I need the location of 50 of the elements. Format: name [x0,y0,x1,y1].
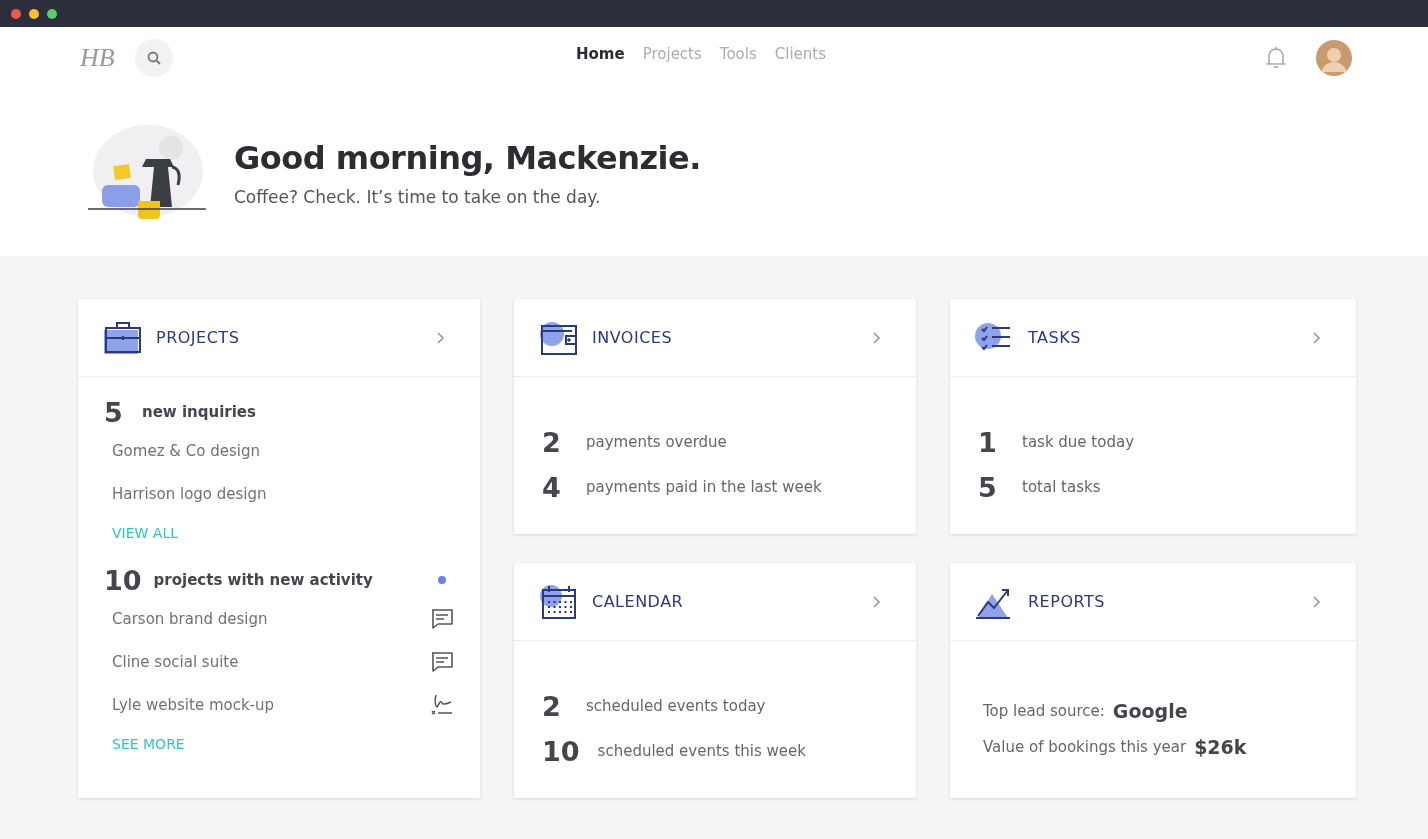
greeting-subtitle: Coffee? Check. It’s time to take on the day. [234,186,602,207]
nav-tab[interactable]: Home [570,41,631,67]
project-link[interactable]: Carson brand design [112,609,268,628]
project-link[interactable]: Harrison logo design [112,484,267,503]
project-link[interactable]: Cline social suite [112,652,239,671]
project-link[interactable]: Lyle website mock-up [112,695,275,714]
count: 1 [978,426,998,458]
comment-icon [430,607,454,630]
chevron-right-icon [872,594,882,609]
stat-label: payments paid in the last week [586,478,822,496]
stat-label: total tasks [1022,478,1101,496]
stat-label: scheduled events this week [597,742,806,760]
count: 2 [542,690,562,722]
chevron-right-icon [1312,330,1322,345]
window-controls-icon[interactable] [10,7,60,20]
metric-value: Google [1112,699,1188,722]
search-button[interactable] [134,39,173,77]
chevron-right-icon [872,330,882,345]
group-label: new inquiries [142,403,256,421]
card-header[interactable]: INVOICES [514,299,916,377]
chevron-right-icon [1312,594,1322,609]
card-header[interactable]: TASKS [950,299,1356,377]
stat-label: payments overdue [586,433,727,451]
metric-label: Value of bookings this year [983,737,1187,756]
count: 10 [542,735,580,767]
logo[interactable]: HB [80,43,115,73]
count: 4 [542,471,562,503]
search-icon [145,50,162,66]
metric-value: $26k [1194,735,1247,758]
count: 5 [978,471,998,503]
bell-icon[interactable] [1264,45,1288,71]
stat-label: scheduled events today [586,697,766,715]
wallet-icon [538,319,578,356]
chevron-right-icon [436,330,446,345]
stat-label: task due today [1022,433,1135,451]
card-header[interactable]: CALENDAR [514,563,916,641]
count: 10 [104,564,142,596]
avatar[interactable] [1316,40,1352,76]
signature-icon [430,692,454,717]
count: 5 [104,396,124,428]
project-link[interactable]: Gomez & Co design [112,441,260,460]
card-header[interactable]: REPORTS [950,563,1356,641]
briefcase-icon [102,319,142,356]
card-header[interactable]: PROJECTS [78,299,480,377]
count: 2 [542,426,562,458]
comment-icon [430,650,454,673]
group-label: projects with new activity [153,571,373,589]
calendar-icon [538,583,578,620]
greeting-title: Good morning, Mackenzie. [234,138,701,177]
metric-label: Top lead source: [983,701,1105,720]
